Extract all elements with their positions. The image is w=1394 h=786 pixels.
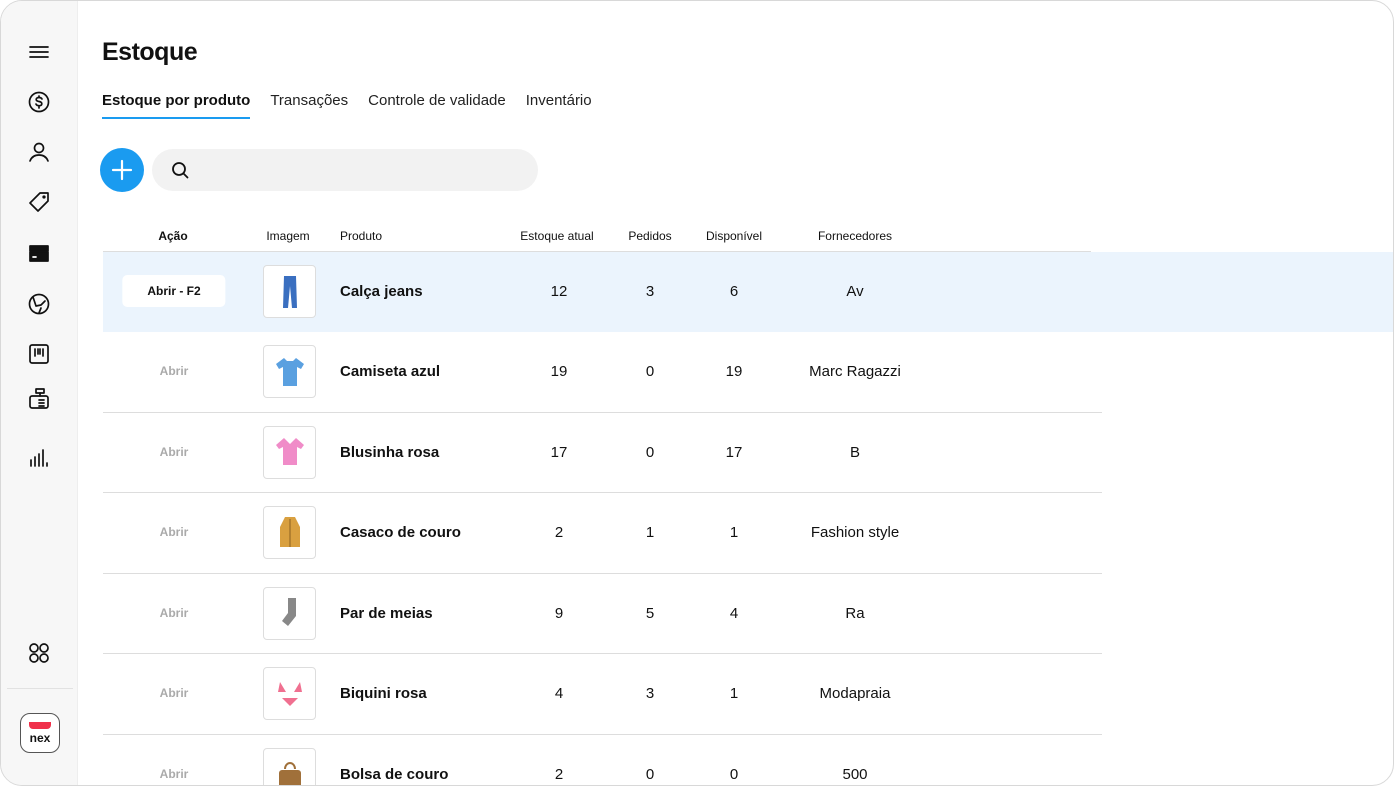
product-image — [263, 425, 316, 479]
table-row[interactable]: Abrir Casaco de couro 2 1 1 Fashion styl… — [103, 494, 1102, 574]
available-value: 17 — [725, 443, 743, 461]
product-image — [263, 506, 316, 559]
available-value: 1 — [729, 524, 739, 541]
search-icon — [172, 162, 189, 179]
supplier-value: Fashion style — [810, 524, 900, 541]
bikini-icon — [277, 681, 302, 706]
stock-value: 2 — [554, 765, 564, 783]
product-name[interactable]: Blusinha rosa — [340, 444, 439, 461]
nex-logo[interactable]: nex — [20, 713, 60, 753]
supplier-value: Modapraia — [819, 685, 891, 702]
stock-value: 4 — [554, 685, 564, 702]
col-disponivel: Disponível — [705, 229, 763, 243]
tab-estoque-por-produto[interactable]: Estoque por produto — [102, 92, 251, 119]
globe-icon[interactable] — [27, 292, 51, 316]
orders-value: 0 — [645, 443, 655, 461]
product-name[interactable]: Calça jeans — [340, 283, 423, 300]
tabs: Estoque por produto Transações Controle … — [102, 92, 592, 119]
product-image — [263, 667, 316, 720]
barcode-icon[interactable] — [27, 342, 51, 366]
stock-value: 2 — [554, 524, 564, 541]
product-name[interactable]: Camiseta azul — [340, 363, 440, 380]
table-row[interactable]: Abrir Par de meias 9 5 4 Ra — [103, 574, 1102, 654]
shirt-icon — [275, 357, 304, 386]
product-image — [263, 747, 316, 785]
table-row[interactable]: Abrir - F2 Calça jeans 12 3 6 Av — [103, 252, 1393, 332]
tab-inventario[interactable]: Inventário — [526, 92, 592, 119]
table-row[interactable]: Abrir Blusinha rosa 17 0 17 B — [103, 413, 1102, 493]
box-icon[interactable] — [27, 241, 51, 265]
coat-icon — [279, 516, 300, 547]
col-imagem: Imagem — [266, 229, 310, 243]
open-button[interactable]: Abrir — [160, 445, 189, 459]
socks-icon — [281, 598, 296, 626]
search-input[interactable] — [199, 162, 519, 178]
available-value: 4 — [729, 604, 739, 622]
supplier-value: Marc Ragazzi — [809, 363, 901, 380]
logo-text: nex — [29, 730, 51, 745]
open-button[interactable]: Abrir — [160, 767, 189, 781]
available-value: 6 — [729, 283, 739, 300]
stock-value: 9 — [554, 604, 564, 622]
open-button[interactable]: Abrir — [160, 525, 189, 539]
orders-value: 0 — [645, 765, 655, 783]
menu-icon[interactable] — [27, 40, 51, 64]
available-value: 1 — [729, 685, 739, 702]
col-produto: Produto — [339, 229, 383, 243]
open-button[interactable]: Abrir — [160, 686, 189, 700]
orders-value: 5 — [645, 604, 655, 622]
table-row[interactable]: Abrir Biquini rosa 4 3 1 Modapraia — [103, 655, 1102, 735]
sidebar: nex — [1, 1, 78, 785]
orders-value: 0 — [645, 363, 655, 380]
supplier-value: B — [849, 443, 861, 461]
product-image — [263, 265, 316, 318]
page-title: Estoque — [102, 38, 198, 66]
product-image — [263, 586, 316, 640]
tag-icon[interactable] — [27, 190, 51, 214]
app-window: nex Estoque Estoque por produto Transaçõ… — [0, 0, 1394, 786]
supplier-value: Ra — [845, 604, 865, 622]
plus-icon — [111, 159, 133, 181]
open-button[interactable]: Abrir — [160, 606, 189, 620]
orders-value: 1 — [645, 524, 655, 541]
available-value: 0 — [729, 765, 739, 783]
supplier-value: Av — [846, 283, 864, 300]
product-name[interactable]: Par de meias — [340, 605, 433, 622]
product-name[interactable]: Bolsa de couro — [340, 766, 448, 783]
sidebar-divider — [7, 688, 73, 689]
tab-transacoes[interactable]: Transações — [270, 92, 348, 119]
jeans-icon — [282, 275, 297, 308]
apps-icon[interactable] — [27, 641, 51, 665]
table-row[interactable]: Abrir Bolsa de couro 2 0 0 500 — [103, 735, 1102, 785]
bag-icon — [278, 762, 301, 785]
product-name[interactable]: Biquini rosa — [340, 685, 427, 702]
stock-value: 17 — [550, 443, 568, 461]
tab-controle-de-validade[interactable]: Controle de validade — [368, 92, 506, 119]
stock-value: 12 — [550, 283, 568, 300]
product-name[interactable]: Casaco de couro — [340, 524, 461, 541]
table-header: Ação Imagem Produto Estoque atual Pedido… — [103, 223, 1091, 252]
user-icon[interactable] — [27, 140, 51, 164]
search-bar — [152, 149, 538, 191]
cash-register-icon[interactable] — [27, 387, 51, 411]
orders-value: 3 — [645, 283, 655, 300]
table-row[interactable]: Abrir Camiseta azul 19 0 19 Marc Ragazzi — [103, 333, 1102, 413]
reports-icon[interactable] — [27, 446, 51, 470]
col-fornecedores: Fornecedores — [817, 229, 893, 243]
col-estoque: Estoque atual — [520, 229, 594, 243]
orders-value: 3 — [645, 685, 655, 702]
col-acao: Ação — [158, 229, 188, 243]
open-button[interactable]: Abrir - F2 — [122, 275, 226, 307]
product-image — [263, 345, 316, 398]
col-pedidos: Pedidos — [628, 229, 672, 243]
add-button[interactable] — [100, 148, 144, 192]
open-button[interactable]: Abrir — [160, 364, 189, 378]
available-value: 19 — [725, 363, 743, 380]
dollar-icon[interactable] — [27, 90, 51, 114]
supplier-value: 500 — [842, 765, 868, 783]
stock-value: 19 — [550, 363, 568, 380]
blouse-icon — [275, 438, 304, 465]
